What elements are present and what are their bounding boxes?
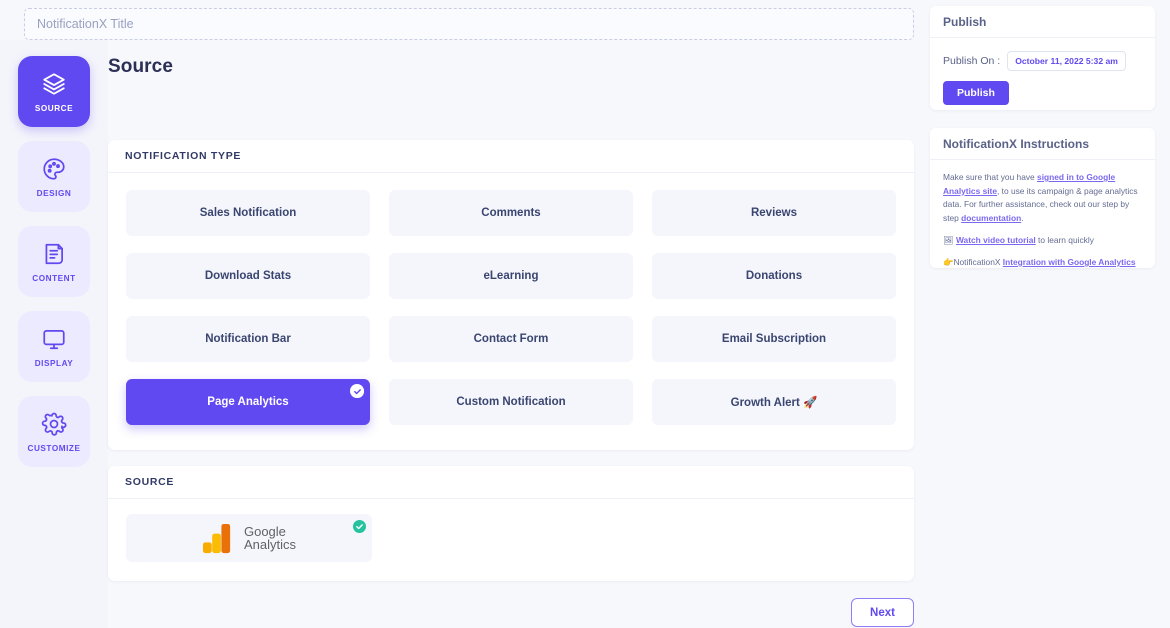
notification-title-field[interactable] bbox=[24, 8, 914, 40]
tile-label: Sales Notification bbox=[199, 207, 297, 219]
tile-label: Email Subscription bbox=[721, 333, 827, 345]
sidebar-item-display[interactable]: DISPLAY bbox=[18, 311, 90, 382]
sidebar-item-content[interactable]: CONTENT bbox=[18, 226, 90, 297]
type-tile-contact-form[interactable]: Contact Form bbox=[389, 316, 633, 362]
tile-label: Contact Form bbox=[473, 333, 549, 345]
tile-label: Download Stats bbox=[204, 270, 292, 282]
sidebar-item-label: CUSTOMIZE bbox=[27, 443, 81, 453]
publish-panel: Publish Publish On : October 11, 2022 5:… bbox=[930, 6, 1155, 110]
tile-label: Donations bbox=[745, 270, 803, 282]
pointing-hand-icon: 👉 bbox=[943, 257, 954, 267]
publish-panel-body: Publish On : October 11, 2022 5:32 am Pu… bbox=[930, 38, 1155, 118]
check-circle-icon bbox=[352, 519, 366, 533]
publish-panel-header: Publish bbox=[930, 6, 1155, 38]
ga-name-line2: Analytics bbox=[243, 537, 297, 552]
instructions-text-1: Make sure that you have bbox=[943, 172, 1038, 182]
sidebar-item-label: DISPLAY bbox=[34, 358, 74, 368]
type-tile-donations[interactable]: Donations bbox=[652, 253, 896, 299]
type-tile-reviews[interactable]: Reviews bbox=[652, 190, 896, 236]
wizard-stepper: SOURCE DESIGN CONTENT DISPLAY CUSTOMIZE bbox=[18, 56, 90, 467]
gear-icon bbox=[41, 411, 67, 437]
notification-type-card: NOTIFICATION TYPE Sales Notification Com… bbox=[108, 140, 914, 450]
video-frame-icon: 🖼 bbox=[943, 235, 954, 245]
notification-type-grid: Sales Notification Comments Reviews Down… bbox=[108, 173, 914, 425]
section-title: NOTIFICATION TYPE bbox=[125, 150, 242, 162]
type-tile-email-subscription[interactable]: Email Subscription bbox=[652, 316, 896, 362]
publish-panel-title: Publish bbox=[943, 14, 987, 29]
next-button[interactable]: Next bbox=[851, 598, 914, 627]
integration-prefix-text: NotificationX bbox=[953, 257, 1003, 267]
type-tile-sales-notification[interactable]: Sales Notification bbox=[126, 190, 370, 236]
documentation-link[interactable]: documentation bbox=[961, 213, 1021, 223]
sidebar-item-source[interactable]: SOURCE bbox=[18, 56, 90, 127]
sidebar-item-design[interactable]: DESIGN bbox=[18, 141, 90, 212]
video-tutorial-line: 🖼 Watch video tutorial to learn quickly bbox=[943, 234, 1142, 247]
tile-label: eLearning bbox=[483, 270, 539, 282]
integration-google-analytics-link[interactable]: Integration with Google Analytics bbox=[1003, 257, 1136, 267]
publish-on-row: Publish On : October 11, 2022 5:32 am bbox=[943, 51, 1142, 71]
instructions-panel-body: Make sure that you have signed in to Goo… bbox=[930, 160, 1155, 280]
watch-video-tutorial-link[interactable]: Watch video tutorial bbox=[956, 235, 1036, 245]
source-header: SOURCE bbox=[108, 466, 914, 499]
source-grid: Google Analytics bbox=[108, 499, 914, 562]
type-tile-comments[interactable]: Comments bbox=[389, 190, 633, 236]
type-tile-notification-bar[interactable]: Notification Bar bbox=[126, 316, 370, 362]
sidebar-item-label: SOURCE bbox=[34, 103, 74, 113]
publish-button[interactable]: Publish bbox=[943, 81, 1009, 105]
ga-name-line1: Google bbox=[243, 523, 286, 539]
publish-on-date-field[interactable]: October 11, 2022 5:32 am bbox=[1007, 51, 1126, 71]
notification-type-header: NOTIFICATION TYPE bbox=[108, 140, 914, 173]
layers-icon bbox=[41, 71, 67, 97]
instructions-paragraph: Make sure that you have signed in to Goo… bbox=[943, 171, 1142, 225]
tile-label: Page Analytics bbox=[207, 396, 289, 408]
publish-on-label: Publish On : bbox=[943, 55, 1001, 67]
google-analytics-wordmark: Google Analytics bbox=[243, 523, 297, 552]
section-title: SOURCE bbox=[125, 476, 175, 488]
type-tile-elearning[interactable]: eLearning bbox=[389, 253, 633, 299]
sidebar-item-customize[interactable]: CUSTOMIZE bbox=[18, 396, 90, 467]
video-suffix-text: to learn quickly bbox=[1035, 235, 1094, 245]
tile-label: Notification Bar bbox=[205, 333, 291, 345]
palette-icon bbox=[41, 156, 67, 182]
instructions-panel: NotificationX Instructions Make sure tha… bbox=[930, 128, 1155, 268]
notification-title-input[interactable] bbox=[37, 17, 901, 31]
monitor-icon bbox=[41, 326, 67, 352]
sidebar-item-label: DESIGN bbox=[36, 188, 72, 198]
type-tile-growth-alert[interactable]: Growth Alert 🚀 bbox=[652, 379, 896, 425]
page-title: Source bbox=[108, 56, 174, 77]
sidebar-item-label: CONTENT bbox=[32, 273, 76, 283]
type-tile-custom-notification[interactable]: Custom Notification bbox=[389, 379, 633, 425]
type-tile-page-analytics[interactable]: Page Analytics bbox=[126, 379, 370, 425]
check-circle-icon bbox=[350, 384, 364, 398]
source-tile-google-analytics[interactable]: Google Analytics bbox=[126, 514, 372, 562]
tile-label: Growth Alert 🚀 bbox=[730, 397, 818, 409]
instructions-panel-header: NotificationX Instructions bbox=[930, 128, 1155, 160]
instructions-panel-title: NotificationX Instructions bbox=[943, 136, 1090, 151]
tile-label: Custom Notification bbox=[456, 396, 566, 408]
document-icon bbox=[41, 241, 67, 267]
tile-label: Reviews bbox=[750, 207, 798, 219]
tile-label: Comments bbox=[481, 207, 541, 219]
integration-line: 👉NotificationX Integration with Google A… bbox=[943, 256, 1142, 269]
google-analytics-icon bbox=[202, 523, 235, 554]
instructions-text-3: . bbox=[1021, 212, 1024, 223]
source-card: SOURCE Google Analytics bbox=[108, 466, 914, 581]
app-root: Source SOURCE bbox=[0, 0, 1170, 628]
type-tile-download-stats[interactable]: Download Stats bbox=[126, 253, 370, 299]
